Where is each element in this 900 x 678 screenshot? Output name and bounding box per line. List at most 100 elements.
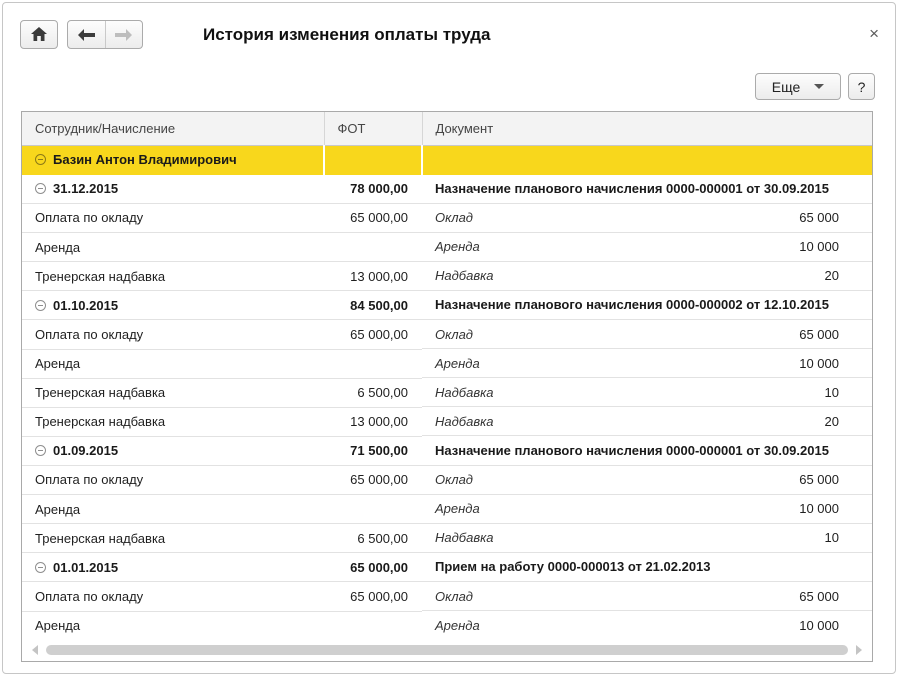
home-button[interactable]	[20, 20, 58, 49]
accrual-name: Тренерская надбавка	[35, 414, 166, 429]
date-group-row[interactable]: 01.10.2015 84 500,00 Назначение планового …	[22, 290, 872, 320]
table-body: Базин Антон Владимирович 31.12.2015 78 000…	[22, 145, 872, 641]
accrual-fot: 6 500,00	[357, 530, 408, 546]
indicator-name: Аренда	[435, 501, 480, 516]
accrual-row[interactable]: Тренерская надбавка 13 000,00 Надбавка 20	[22, 407, 872, 437]
accrual-fot: 65 000,00	[350, 326, 408, 342]
accrual-fot: 13 000,00	[350, 268, 408, 284]
accrual-fot: 13 000,00	[350, 414, 408, 429]
indicator-value: 65 000	[799, 588, 839, 604]
accrual-row[interactable]: Тренерская надбавка 6 500,00 Надбавка 10	[22, 523, 872, 553]
indicator-name: Оклад	[435, 472, 473, 487]
back-button[interactable]	[68, 21, 105, 48]
indicator-name: Аренда	[435, 239, 480, 254]
group-document: Прием на работу 0000-000013 от 21.02.201…	[435, 559, 711, 575]
accrual-row[interactable]: Аренда Аренда 10 000	[22, 232, 872, 262]
home-icon	[31, 27, 47, 42]
collapse-icon[interactable]	[35, 561, 46, 573]
indicator-name: Аренда	[435, 355, 480, 371]
chevron-down-icon	[814, 84, 825, 89]
grid-header-row: Сотрудник/Начисление ФОТ Документ	[22, 112, 872, 146]
date-group-row[interactable]: 01.09.2015 71 500,00 Назначение планового …	[22, 436, 872, 466]
more-button[interactable]: Еще	[755, 73, 841, 100]
collapse-icon[interactable]	[35, 154, 46, 165]
accrual-row[interactable]: Аренда Аренда 10 000	[22, 611, 872, 641]
page-title: История изменения оплаты труда	[203, 25, 491, 44]
indicator-value: 65 000	[799, 472, 839, 487]
indicator-name: Аренда	[435, 617, 480, 633]
indicator-value: 20	[824, 413, 839, 429]
column-header-employee[interactable]: Сотрудник/Начисление	[22, 112, 325, 146]
group-date: 31.12.2015	[53, 181, 119, 196]
accrual-name: Тренерская надбавка	[35, 385, 166, 400]
employee-row[interactable]: Базин Антон Владимирович	[22, 145, 872, 175]
indicator-value: 10	[824, 530, 839, 545]
accrual-row[interactable]: Оплата по окладу 65 000,00 Оклад 65 000	[22, 581, 872, 612]
indicator-name: Надбавка	[435, 413, 494, 429]
accrual-name: Оплата по окладу	[35, 326, 144, 342]
group-date: 01.10.2015	[53, 297, 119, 313]
history-nav	[67, 20, 143, 49]
indicator-value: 20	[824, 268, 839, 283]
column-header-document[interactable]: Документ	[422, 112, 872, 146]
indicator-value: 10 000	[799, 617, 839, 633]
accrual-name: Аренда	[35, 356, 81, 371]
scrollbar-thumb[interactable]	[46, 644, 848, 655]
help-button[interactable]: ?	[848, 73, 875, 100]
accrual-row[interactable]: Аренда Аренда 10 000	[22, 349, 872, 379]
group-date: 01.01.2015	[53, 559, 119, 575]
group-fot: 71 500,00	[350, 443, 408, 458]
accrual-row[interactable]: Тренерская надбавка 6 500,00 Надбавка 10	[22, 378, 872, 408]
accrual-row[interactable]: Тренерская надбавка 13 000,00 Надбавка 20	[22, 261, 872, 291]
collapse-icon[interactable]	[35, 299, 46, 311]
accrual-name: Аренда	[35, 239, 81, 255]
employee-name: Базин Антон Владимирович	[53, 152, 237, 167]
accrual-name: Оплата по окладу	[35, 588, 144, 604]
indicator-name: Надбавка	[435, 384, 494, 400]
salary-history-grid: Сотрудник/Начисление ФОТ Документ Базин …	[21, 111, 873, 662]
accrual-name: Аренда	[35, 501, 81, 517]
scroll-left-icon[interactable]	[32, 644, 38, 655]
close-icon[interactable]: ×	[869, 25, 879, 42]
accrual-name: Аренда	[35, 618, 81, 633]
indicator-value: 10	[824, 384, 839, 400]
indicator-value: 10 000	[799, 355, 839, 371]
group-document: Назначение планового начисления 0000-000…	[435, 297, 829, 313]
date-group-row[interactable]: 31.12.2015 78 000,00 Назначение планового …	[22, 174, 872, 204]
horizontal-scrollbar	[22, 638, 872, 661]
group-document: Назначение планового начисления 0000-000…	[435, 181, 829, 196]
accrual-name: Оплата по окладу	[35, 472, 144, 488]
accrual-row[interactable]: Оплата по окладу 65 000,00 Оклад 65 000	[22, 203, 872, 233]
column-header-fot[interactable]: ФОТ	[324, 112, 423, 146]
indicator-name: Оклад	[435, 588, 473, 604]
group-fot: 78 000,00	[350, 181, 408, 196]
date-group-row[interactable]: 01.01.2015 65 000,00 Прием на работу 0000-…	[22, 552, 872, 582]
accrual-fot: 6 500,00	[357, 385, 408, 400]
indicator-value: 10 000	[799, 239, 839, 254]
help-button-label: ?	[857, 78, 866, 95]
group-fot: 65 000,00	[350, 559, 408, 575]
group-date: 01.09.2015	[53, 443, 119, 458]
more-button-label: Еще	[771, 78, 801, 95]
indicator-value: 65 000	[799, 210, 839, 225]
accrual-fot: 65 000,00	[350, 210, 408, 226]
indicator-name: Оклад	[435, 210, 473, 225]
arrow-right-icon	[115, 28, 133, 41]
group-fot: 84 500,00	[350, 297, 408, 313]
accrual-name: Тренерская надбавка	[35, 530, 166, 546]
accrual-name: Оплата по окладу	[35, 210, 144, 226]
accrual-row[interactable]: Оплата по окладу 65 000,00 Оклад 65 000	[22, 465, 872, 495]
indicator-name: Надбавка	[435, 530, 494, 545]
accrual-row[interactable]: Аренда Аренда 10 000	[22, 494, 872, 524]
collapse-icon[interactable]	[35, 445, 46, 456]
indicator-value: 10 000	[799, 501, 839, 516]
accrual-row[interactable]: Оплата по окладу 65 000,00 Оклад 65 000	[22, 319, 872, 350]
indicator-name: Оклад	[435, 326, 473, 342]
indicator-value: 65 000	[799, 326, 839, 342]
scroll-right-icon[interactable]	[856, 644, 862, 655]
accrual-fot: 65 000,00	[350, 588, 408, 604]
collapse-icon[interactable]	[35, 183, 46, 194]
indicator-name: Надбавка	[435, 268, 494, 283]
forward-button[interactable]	[104, 21, 143, 48]
group-document: Назначение планового начисления 0000-000…	[435, 442, 829, 458]
